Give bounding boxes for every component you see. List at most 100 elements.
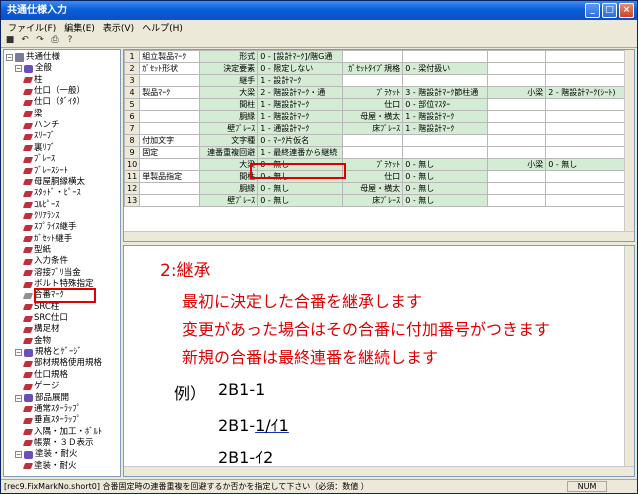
tree-item[interactable]: ゲージ [22,381,59,392]
expand-toggle-icon[interactable]: − [15,451,22,459]
setting-value[interactable]: 1 - 階設計ﾏｰｸ [257,98,344,111]
setting-value[interactable]: 1 - 階設計ﾏｰｸ [402,122,489,135]
tree-item[interactable]: ｽﾘｰﾌﾞ [22,131,55,142]
tree-item[interactable]: ﾌﾞﾚｰｽｼｰﾄ [22,166,68,177]
expand-toggle-icon[interactable]: − [15,65,22,73]
setting-value[interactable]: 0 - 部位ﾏｽﾀｰ [402,98,489,111]
tree-item[interactable]: 梁 [22,109,43,120]
description-vertical-scrollbar[interactable] [624,246,634,476]
setting-value[interactable]: 1 - 階設計ﾏｰｸ [257,110,344,123]
folder-icon [24,348,33,357]
setting-value[interactable] [402,74,489,87]
tree-folder[interactable]: − 全般 [15,63,52,74]
setting-value[interactable]: 1 - 通設計ﾏｰｸ [257,122,344,135]
tree-item[interactable]: 仕口（ﾀﾞｲﾀ） [22,97,85,108]
menu-help[interactable]: ヘルプ(H) [138,21,187,34]
undo-icon[interactable]: ↶ [19,35,31,46]
setting-value[interactable]: 0 - 無し [402,182,489,195]
setting-label: ﾌﾞﾗｹｯﾄ [342,158,404,171]
grid-vertical-scrollbar[interactable] [624,50,634,241]
setting-value[interactable]: 0 - 無し [257,194,344,207]
setting-value[interactable]: 2 - 階設計ﾏｰｸ(ｼｰﾄ) [545,86,632,99]
item-icon [22,281,34,288]
setting-value[interactable] [545,62,632,75]
setting-value[interactable]: 2 - 階設計ﾏｰｸ・通 [257,86,344,99]
setting-value[interactable]: 3 - 階設計ﾏｰｸ節柱通 [402,86,489,99]
tree-item[interactable]: 仕口（一般） [22,86,85,97]
settings-tree[interactable]: − 共通仕様 − 全般柱仕口（一般） 仕口（ﾀﾞｲﾀ）梁ハンチ ｽﾘｰﾌﾞ 裏ﾘﾌﾞ ﾌﾞﾚｰ… [3,49,121,477]
menu-view[interactable]: 表示(V) [99,21,138,34]
tree-item[interactable]: ﾌﾞﾚｰｽ [22,154,55,165]
print-icon[interactable]: ⎙ [49,35,61,46]
setting-value[interactable]: 1 - 設計ﾏｰｸ [257,74,344,87]
tree-folder[interactable]: − 共通仕様 [6,52,60,63]
setting-value[interactable]: 0 - ﾏｰｸ片仮名 [257,134,344,147]
setting-value[interactable] [545,110,632,123]
setting-value[interactable]: 0 - 限定しない [257,62,344,75]
description-horizontal-scrollbar[interactable] [124,466,634,476]
setting-value[interactable] [545,50,632,63]
setting-value[interactable] [402,50,489,63]
setting-value[interactable] [402,134,489,147]
tree-item[interactable]: 部材規格使用規格 [22,358,102,369]
menu-file[interactable]: ファイル(F) [4,21,60,34]
expand-toggle-icon[interactable]: − [15,349,22,357]
setting-value[interactable]: 0 - 無し [402,170,489,183]
tree-item[interactable]: ｺﾙﾋﾟｰｽ [22,200,60,211]
minimize-button[interactable]: _ [585,3,600,18]
tree-item[interactable]: 入隅・加工・ﾎﾞﾙﾄ [22,427,102,438]
menu-edit[interactable]: 編集(E) [60,21,99,34]
setting-value[interactable]: 0 - 無し [402,194,489,207]
setting-value[interactable] [545,98,632,111]
setting-value[interactable] [545,134,632,147]
setting-value[interactable] [402,146,489,159]
expand-toggle-icon[interactable]: − [6,54,13,61]
tree-item[interactable]: 裏ﾘﾌﾞ [22,143,55,154]
title-bar[interactable]: 共通仕様入力 _ □ × [1,1,637,20]
tree-item[interactable]: 入力条件 [22,256,68,267]
tree-item[interactable]: 金物 [22,336,51,347]
tree-item[interactable]: 溶接ﾌﾞﾘ当金 [22,268,81,279]
grid-horizontal-scrollbar[interactable] [124,231,634,241]
save-icon[interactable]: ■ [4,35,16,46]
setting-value[interactable] [545,170,632,183]
setting-value[interactable]: 0 - 梁付扱い [402,62,489,75]
tree-item[interactable]: ハンチ [22,120,60,131]
setting-value[interactable] [545,146,632,159]
setting-value[interactable]: 0 - 無し [402,158,489,171]
setting-value[interactable]: 1 - 階設計ﾏｰｸ [402,110,489,123]
table-row: 13 壁ﾌﾞﾚｰｽ 0 - 無し 床ﾌﾞﾚｰｽ 0 - 無し [124,194,632,207]
tree-item[interactable]: 垂直ｽﾀｰﾗｯﾌﾟ [22,415,81,426]
tree-item[interactable]: ｽﾀｯﾄﾞ・ﾋﾟｰｽ [22,188,81,199]
tree-item[interactable]: 構足材 [22,324,60,335]
tree-folder[interactable]: − 部品展開 [15,393,69,404]
tree-item[interactable]: 通常ｽﾀｰﾗｯﾌﾟ [22,404,81,415]
tree-item[interactable]: 仕口規格 [22,370,68,381]
setting-value[interactable]: 0 - 無し [545,158,632,171]
expand-toggle-icon[interactable]: − [15,394,22,402]
tree-item[interactable]: 母屋胴縁横太 [22,177,85,188]
maximize-button[interactable]: □ [602,3,617,18]
tree-item[interactable]: 帳票・３Ｄ表示 [22,438,94,449]
tree-item[interactable]: ｽﾌﾟﾗｲｽ継手 [22,222,77,233]
setting-value[interactable]: 0 - 無し [257,182,344,195]
tree-item[interactable]: 柱 [22,75,43,86]
setting-value[interactable] [545,74,632,87]
setting-value[interactable]: 1 - 最終連番から継続 [257,146,344,159]
setting-value[interactable] [545,182,632,195]
help-icon[interactable]: ? [64,35,76,46]
tree-item[interactable]: SRC仕口 [22,313,68,324]
setting-value[interactable] [545,122,632,135]
setting-value[interactable] [545,194,632,207]
close-button[interactable]: × [619,3,634,18]
tree-item[interactable]: 塗装・耐火 [22,461,77,472]
tree-item[interactable]: 型紙 [22,245,51,256]
tree-item[interactable]: ｶﾞｾｯﾄ継手 [22,234,72,245]
setting-value[interactable]: 0 - [設計ﾏｰｸ]/階G通 [257,50,344,63]
status-bar: [rec9.FixMarkNo.short0] 合番固定時の連番重複を回避するか… [1,479,637,493]
tree-item[interactable]: ｸﾘｱﾗﾝｽ [22,211,60,222]
tree-folder[interactable]: − 規格とｹﾞｰｼﾞ [15,347,82,358]
tree-folder[interactable]: − 塗装・耐火 [15,449,78,460]
item-icon [22,383,34,390]
redo-icon[interactable]: ↷ [34,35,46,46]
